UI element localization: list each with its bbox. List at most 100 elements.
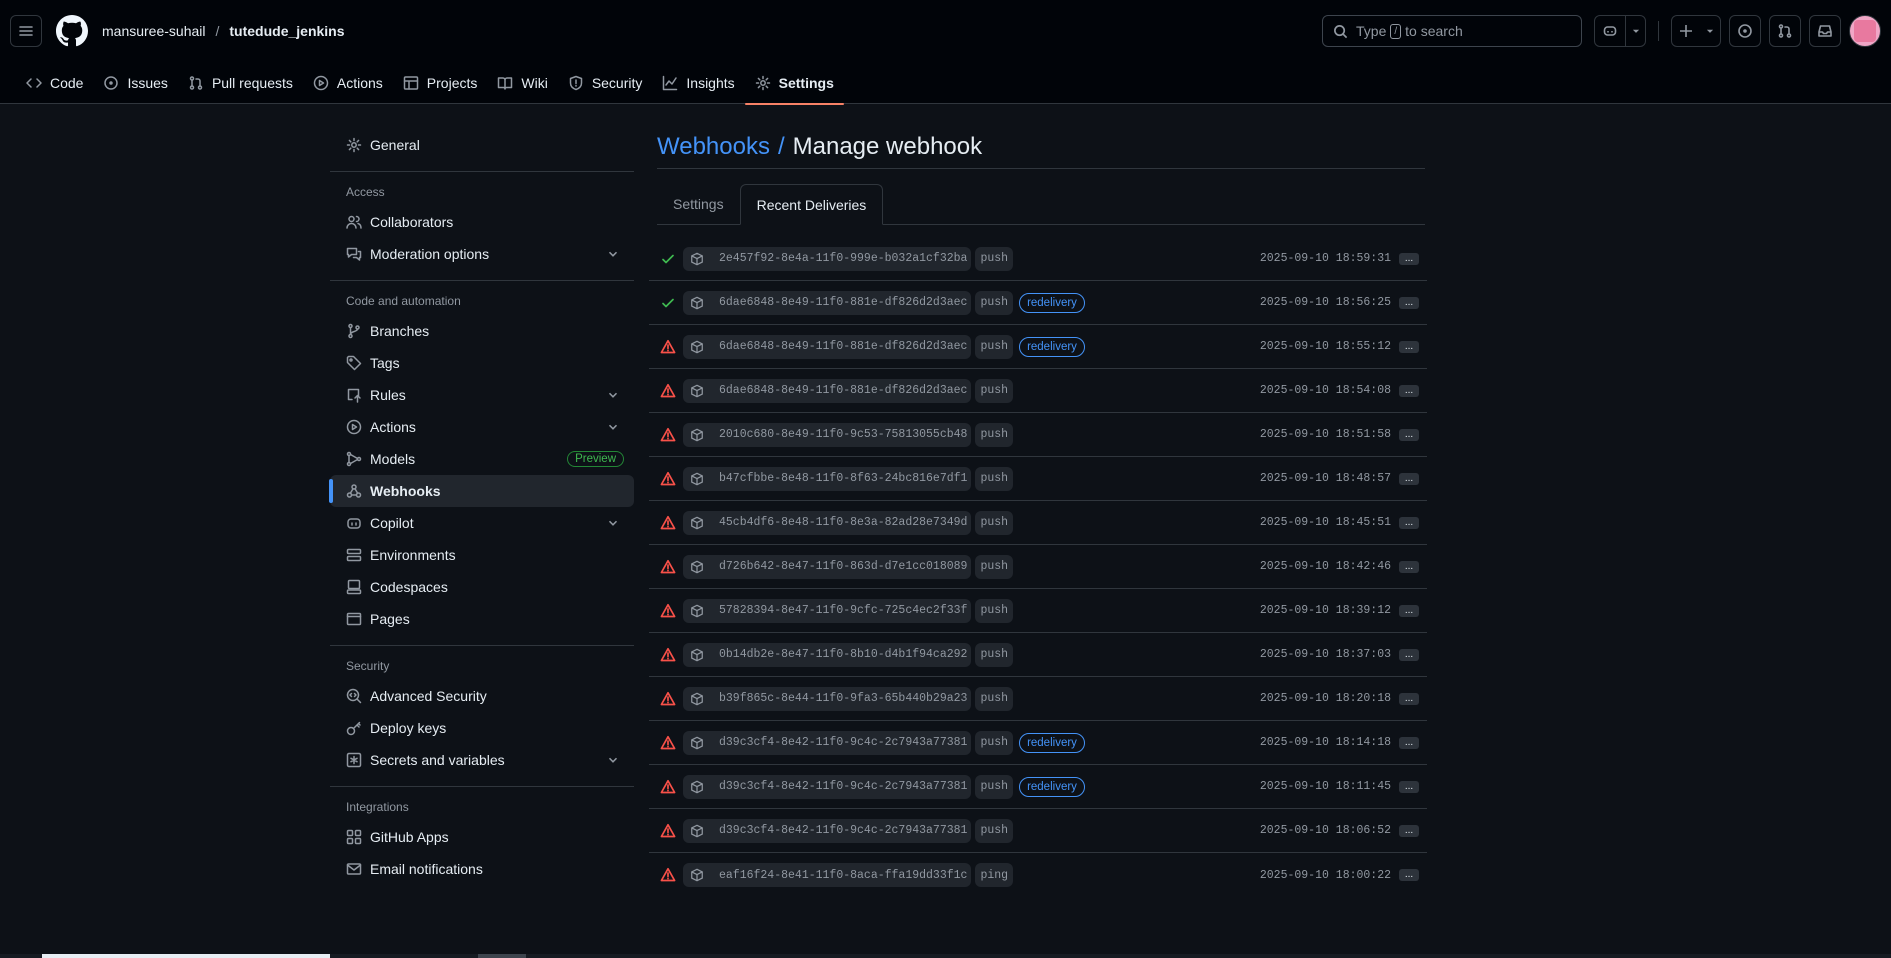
delivery-row[interactable]: d39c3cf4-8e42-11f0-9c4c-2c7943a77381 push… [649, 721, 1427, 765]
sidebar-item-environments[interactable]: Environments [330, 539, 634, 571]
expand-details-button[interactable]: ... [1399, 736, 1419, 749]
graph-icon [663, 75, 678, 91]
tab-issues[interactable]: Issues [93, 62, 177, 104]
delivery-guid[interactable]: 6dae6848-8e49-11f0-881e-df826d2d3aec [683, 334, 972, 359]
pull-requests-button[interactable] [1769, 15, 1801, 47]
expand-details-button[interactable]: ... [1399, 340, 1419, 353]
delivery-row[interactable]: 6dae6848-8e49-11f0-881e-df826d2d3aec push… [649, 281, 1427, 325]
webhook-icon [346, 484, 362, 498]
repo-name-link[interactable]: tutedude_jenkins [229, 23, 344, 39]
tab-projects[interactable]: Projects [393, 62, 488, 104]
webhooks-breadcrumb-link[interactable]: Webhooks [657, 133, 770, 161]
delivery-guid[interactable]: eaf16f24-8e41-11f0-8aca-ffa19dd33f1c [683, 863, 972, 887]
tab-recent-deliveries[interactable]: Recent Deliveries [739, 184, 884, 225]
delivery-row[interactable]: b39f865c-8e44-11f0-9fa3-65b440b29a23 push… [649, 677, 1427, 721]
delivery-guid[interactable]: 57828394-8e47-11f0-9cfc-725c4ec2f33f [683, 598, 972, 623]
delivery-guid[interactable]: 6dae6848-8e49-11f0-881e-df826d2d3aec [683, 290, 972, 315]
sidebar-item-pages[interactable]: Pages [330, 603, 634, 635]
copilot-button[interactable] [1595, 16, 1625, 46]
create-new-button[interactable] [1671, 15, 1721, 47]
delivery-timestamp: 2025-09-10 18:37:03 [1259, 648, 1391, 661]
delivery-row[interactable]: 57828394-8e47-11f0-9cfc-725c4ec2f33f push… [649, 589, 1427, 633]
sidebar-item-moderation-options[interactable]: Moderation options [330, 238, 634, 270]
sidebar-item-rules[interactable]: Rules [330, 379, 634, 411]
expand-details-button[interactable]: ... [1399, 604, 1419, 617]
sidebar-item-branches[interactable]: Branches [330, 315, 634, 347]
delivery-row[interactable]: d39c3cf4-8e42-11f0-9c4c-2c7943a77381 push… [649, 765, 1427, 809]
sidebar-item-codespaces[interactable]: Codespaces [330, 571, 634, 603]
tab-pull-requests[interactable]: Pull requests [178, 62, 303, 104]
expand-details-button[interactable]: ... [1399, 869, 1419, 881]
sidebar-item-models[interactable]: Models Preview [330, 443, 634, 475]
tab-wiki[interactable]: Wiki [487, 62, 557, 104]
delivery-guid[interactable]: d39c3cf4-8e42-11f0-9c4c-2c7943a77381 [683, 730, 972, 755]
sidebar-item-advanced-security[interactable]: Advanced Security [330, 680, 634, 712]
repo-owner-link[interactable]: mansuree-suhail [102, 23, 206, 39]
delivery-row[interactable]: 6dae6848-8e49-11f0-881e-df826d2d3aec push… [649, 369, 1427, 413]
sidebar-item-email-notifications[interactable]: Email notifications [330, 853, 634, 885]
delivery-guid[interactable]: b39f865c-8e44-11f0-9fa3-65b440b29a23 [683, 686, 972, 711]
tab-actions[interactable]: Actions [303, 62, 393, 104]
tab-code[interactable]: Code [16, 62, 93, 104]
expand-details-button[interactable]: ... [1399, 428, 1419, 441]
inbox-button[interactable] [1809, 15, 1841, 47]
menu-button[interactable] [10, 15, 42, 47]
delivery-guid[interactable]: 45cb4df6-8e48-11f0-8e3a-82ad28e7349d [683, 510, 972, 535]
expand-details-button[interactable]: ... [1399, 296, 1419, 309]
delivery-guid[interactable]: 6dae6848-8e49-11f0-881e-df826d2d3aec [683, 378, 972, 403]
delivery-row[interactable]: 2e457f92-8e4a-11f0-999e-b032a1cf32ba push… [649, 237, 1427, 281]
triangle-down-icon [1706, 29, 1714, 33]
delivery-guid[interactable]: b47cfbbe-8e48-11f0-8f63-24bc816e7df1 [683, 466, 972, 491]
tab-security[interactable]: Security [558, 62, 653, 104]
tab-settings[interactable]: Settings [657, 184, 740, 224]
plus-icon [1680, 25, 1692, 37]
sidebar-item-copilot[interactable]: Copilot [330, 507, 634, 539]
delivery-row[interactable]: b47cfbbe-8e48-11f0-8f63-24bc816e7df1 push… [649, 457, 1427, 501]
expand-details-button[interactable]: ... [1399, 384, 1419, 397]
delivery-row[interactable]: eaf16f24-8e41-11f0-8aca-ffa19dd33f1c ping… [649, 853, 1427, 897]
delivery-guid[interactable]: d39c3cf4-8e42-11f0-9c4c-2c7943a77381 [683, 774, 972, 799]
search-input[interactable]: Type / to search [1322, 15, 1582, 47]
package-icon [691, 868, 703, 882]
delivery-guid[interactable]: d726b642-8e47-11f0-863d-d7e1cc018089 [683, 554, 972, 579]
delivery-row[interactable]: 0b14db2e-8e47-11f0-8b10-d4b1f94ca292 push… [649, 633, 1427, 677]
delivery-guid[interactable]: d39c3cf4-8e42-11f0-9c4c-2c7943a77381 [683, 818, 972, 843]
sidebar-item-secrets-variables[interactable]: Secrets and variables [330, 744, 634, 776]
delivery-guid[interactable]: 2e457f92-8e4a-11f0-999e-b032a1cf32ba [683, 246, 972, 271]
tab-insights[interactable]: Insights [652, 62, 744, 104]
sidebar-item-tags[interactable]: Tags [330, 347, 634, 379]
delivery-guid[interactable]: 0b14db2e-8e47-11f0-8b10-d4b1f94ca292 [683, 642, 972, 667]
sidebar-item-collaborators[interactable]: Collaborators [330, 206, 634, 238]
expand-details-button[interactable]: ... [1399, 252, 1419, 265]
delivery-row[interactable]: d39c3cf4-8e42-11f0-9c4c-2c7943a77381 push… [649, 809, 1427, 853]
github-logo-icon[interactable] [56, 15, 88, 47]
sidebar-item-webhooks[interactable]: Webhooks [329, 475, 634, 507]
delivery-row[interactable]: 6dae6848-8e49-11f0-881e-df826d2d3aec push… [649, 325, 1427, 369]
expand-details-button[interactable]: ... [1399, 648, 1419, 661]
issues-button[interactable] [1729, 15, 1761, 47]
event-label: push [975, 730, 1014, 755]
expand-details-button[interactable]: ... [1399, 692, 1419, 705]
delivery-guid[interactable]: 2010c680-8e49-11f0-9c53-75813055cb48 [683, 422, 972, 447]
horizontal-scrollbar[interactable] [0, 954, 1891, 958]
divider [330, 280, 634, 281]
expand-details-button[interactable]: ... [1399, 560, 1419, 573]
copilot-dropdown-button[interactable] [1625, 16, 1645, 46]
scrollbar-thumb[interactable] [42, 954, 330, 958]
check-icon [662, 254, 674, 263]
user-avatar[interactable] [1849, 15, 1881, 47]
tab-settings[interactable]: Settings [744, 62, 845, 105]
main-area: General Access Collaborators Moderation … [0, 105, 1891, 958]
expand-details-button[interactable]: ... [1399, 780, 1419, 793]
sidebar-item-general[interactable]: General [330, 129, 634, 161]
expand-details-button[interactable]: ... [1399, 516, 1419, 529]
expand-details-button[interactable]: ... [1399, 472, 1419, 485]
delivery-row[interactable]: 45cb4df6-8e48-11f0-8e3a-82ad28e7349d push… [649, 501, 1427, 545]
sidebar-item-actions[interactable]: Actions [330, 411, 634, 443]
sidebar-item-deploy-keys[interactable]: Deploy keys [330, 712, 634, 744]
expand-details-button[interactable]: ... [1399, 824, 1419, 837]
delivery-row[interactable]: 2010c680-8e49-11f0-9c53-75813055cb48 push… [649, 413, 1427, 457]
sidebar-item-github-apps[interactable]: GitHub Apps [330, 821, 634, 853]
repo-breadcrumb: mansuree-suhail / tutedude_jenkins [102, 23, 345, 39]
delivery-row[interactable]: d726b642-8e47-11f0-863d-d7e1cc018089 push… [649, 545, 1427, 589]
